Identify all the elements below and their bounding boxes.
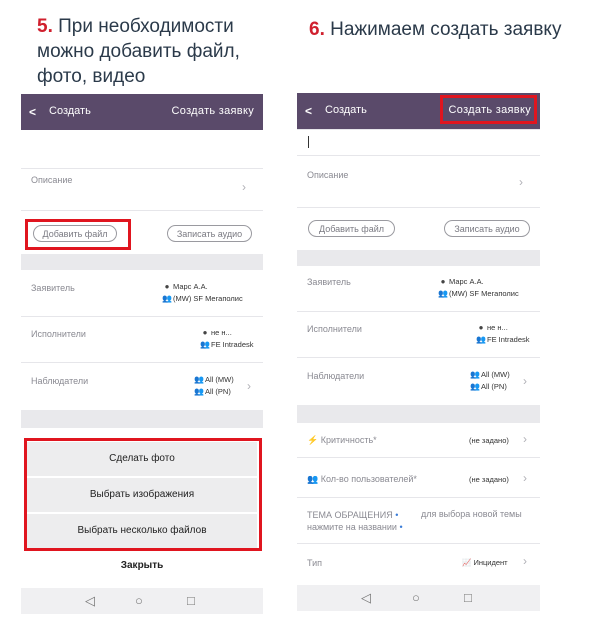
topic-hint: для выбора новой темы: [421, 509, 522, 519]
criticality-field[interactable]: ⚡ Критичность*: [307, 435, 377, 446]
add-file-button[interactable]: Добавить файл: [308, 220, 395, 237]
lightning-icon: ⚡: [307, 435, 319, 445]
header-title: Создать: [325, 104, 367, 116]
highlight-frame: [440, 95, 537, 124]
recent-apps-icon[interactable]: □: [464, 590, 472, 605]
group-icon: 👥: [470, 382, 480, 391]
step-text: При необходимости можно добавить файл, ф…: [37, 16, 240, 87]
phone-screen-left: < Создать Создать заявку Описание › Доба…: [21, 94, 263, 614]
group-icon: 👥: [476, 335, 486, 344]
header-title: Создать: [49, 105, 91, 117]
observers-label: Наблюдатели: [307, 371, 365, 381]
chart-icon: 📈: [462, 558, 472, 567]
executors-value[interactable]: ● не н... 👥FE Intradesk: [199, 327, 254, 351]
phone-screen-right: < Создать Создать заявку Описание › Доба…: [297, 93, 540, 613]
app-header: < Создать Создать заявку: [21, 94, 263, 130]
user-icon: ●: [164, 282, 170, 291]
observers-label: Наблюдатели: [31, 376, 89, 386]
type-value[interactable]: 📈 Инцидент: [462, 557, 508, 569]
group-icon: 👥: [194, 387, 204, 396]
step-6-caption: 6. Нажимаем создать заявку: [309, 17, 569, 42]
description-field[interactable]: Описание: [31, 175, 72, 185]
observers-value[interactable]: 👥All (MW) 👥All (PN): [469, 369, 510, 393]
group-icon: 👥: [438, 289, 448, 298]
group-icon: 👥: [200, 340, 210, 349]
user-icon: ●: [440, 277, 446, 286]
applicant-value[interactable]: ● Марс А.А. 👥(MW) SF Мегаполис: [437, 276, 519, 300]
applicant-label: Заявитель: [307, 277, 351, 287]
step-5-caption: 5. При необходимости можно добавить файл…: [37, 14, 277, 89]
home-nav-icon[interactable]: ○: [412, 590, 420, 605]
chevron-right-icon: ›: [523, 374, 527, 388]
topic-field[interactable]: ТЕМА ОБРАЩЕНИЯ • нажмите на названии •: [307, 509, 403, 533]
chevron-right-icon: ›: [523, 471, 527, 485]
step-number: 5.: [37, 16, 53, 37]
group-icon: 👥: [470, 370, 480, 379]
home-nav-icon[interactable]: ○: [135, 593, 143, 608]
back-nav-icon[interactable]: ◁: [361, 590, 371, 606]
user-icon: ●: [478, 323, 484, 332]
group-icon: 👥: [162, 294, 172, 303]
group-icon: 👥: [194, 375, 204, 384]
close-sheet-button[interactable]: Закрыть: [21, 560, 263, 571]
highlight-frame: [24, 438, 262, 551]
type-label: Тип: [307, 558, 323, 568]
android-nav-bar: ◁ ○ □: [21, 588, 263, 614]
record-audio-button[interactable]: Записать аудио: [444, 220, 530, 237]
step-text: Нажимаем создать заявку: [330, 19, 562, 40]
highlight-frame: [25, 219, 131, 250]
users-count-field[interactable]: 👥 Кол-во пользователей*: [307, 474, 417, 485]
create-ticket-button[interactable]: Создать заявку: [172, 105, 254, 117]
observers-value[interactable]: 👥All (MW) 👥All (PN): [193, 374, 234, 398]
executors-label: Исполнители: [307, 324, 362, 334]
chevron-right-icon: ›: [519, 175, 523, 189]
chevron-right-icon: ›: [523, 554, 527, 568]
users-count-value[interactable]: (не задано): [469, 474, 509, 486]
back-icon[interactable]: <: [305, 104, 312, 118]
record-audio-button[interactable]: Записать аудио: [167, 225, 252, 242]
back-icon[interactable]: <: [29, 105, 36, 119]
executors-label: Исполнители: [31, 329, 86, 339]
recent-apps-icon[interactable]: □: [187, 593, 195, 608]
criticality-value[interactable]: (не задано): [469, 435, 509, 447]
back-nav-icon[interactable]: ◁: [85, 593, 95, 609]
step-number: 6.: [309, 19, 325, 40]
applicant-label: Заявитель: [31, 283, 75, 293]
users-icon: 👥: [307, 474, 319, 484]
chevron-right-icon: ›: [247, 379, 251, 393]
description-field[interactable]: Описание: [307, 170, 348, 180]
executors-value[interactable]: ● не н... 👥FE Intradesk: [475, 322, 530, 346]
user-icon: ●: [202, 328, 208, 337]
chevron-right-icon: ›: [242, 180, 246, 194]
applicant-value[interactable]: ● Марс А.А. 👥(MW) SF Мегаполис: [161, 281, 243, 305]
text-cursor[interactable]: [308, 136, 309, 148]
chevron-right-icon: ›: [523, 432, 527, 446]
android-nav-bar: ◁ ○ □: [297, 585, 540, 611]
